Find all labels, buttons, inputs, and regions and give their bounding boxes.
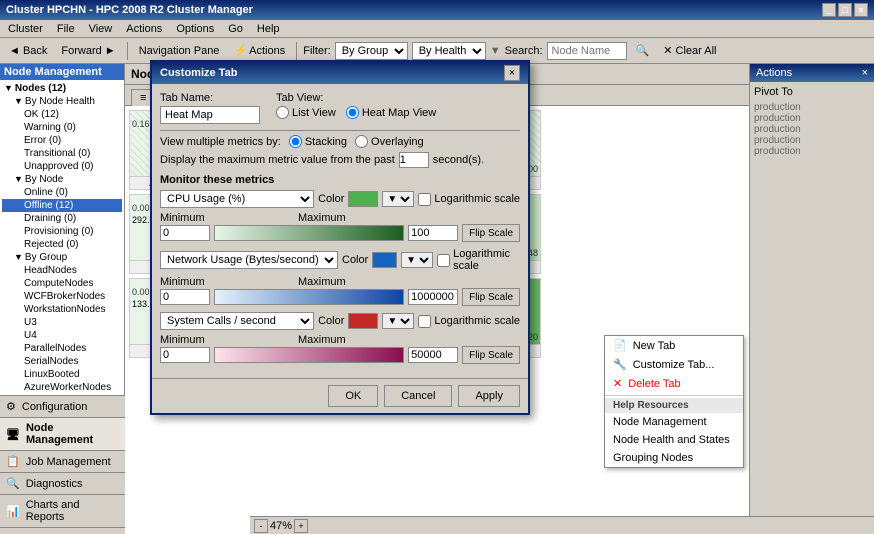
radio-list-view[interactable]: List View — [276, 106, 336, 119]
ok-button[interactable]: OK — [328, 385, 378, 407]
ctx-new-tab[interactable]: 📄 New Tab — [605, 336, 743, 355]
view-multiple-row: View multiple metrics by: Stacking Overl… — [160, 135, 520, 148]
color-dropdown-cpu[interactable]: ▼ — [382, 191, 414, 207]
dialog-footer: OK Cancel Apply — [152, 378, 528, 413]
dialog-title-label: Customize Tab — [160, 67, 237, 79]
min-label-sys: Minimum — [160, 334, 210, 346]
min-label-net: Minimum — [160, 276, 210, 288]
dialog-top-row: Tab Name: Tab View: List View Heat Map V… — [160, 92, 520, 124]
log-scale-net[interactable]: Logarithmic scale — [437, 248, 520, 272]
metric-cpu-row: CPU Usage (%) Color ▼ Logarithmic scale — [160, 190, 520, 208]
radio-overlaying[interactable]: Overlaying — [355, 135, 424, 148]
max-input-sys[interactable] — [408, 347, 458, 363]
color-label-cpu: Color — [318, 193, 344, 205]
ctx-help-section: Help Resources — [605, 398, 743, 413]
customize-dialog: Customize Tab × Tab Name: Tab View: List… — [150, 60, 530, 415]
max-label-cpu: Maximum — [298, 212, 348, 224]
min-label-cpu: Minimum — [160, 212, 210, 224]
minmax-net-labels: Minimum Maximum — [160, 276, 520, 288]
delete-icon: ✕ — [613, 377, 622, 390]
context-menu: 📄 New Tab 🔧 Customize Tab... ✕ Delete Ta… — [604, 335, 744, 468]
radio-heatmap-view[interactable]: Heat Map View — [346, 106, 436, 119]
tab-view-label: Tab View: — [276, 92, 436, 104]
color-box-net[interactable] — [372, 252, 397, 268]
gradient-net — [214, 289, 404, 305]
dialog-close-button[interactable]: × — [504, 65, 520, 81]
log-scale-cpu[interactable]: Logarithmic scale — [418, 193, 520, 206]
max-label-sys: Maximum — [298, 334, 348, 346]
customize-icon: 🔧 — [613, 358, 627, 371]
color-label-sys: Color — [318, 315, 344, 327]
new-tab-icon: 📄 — [613, 339, 627, 352]
dialog-content: Tab Name: Tab View: List View Heat Map V… — [152, 84, 528, 378]
metric-sys-group: System Calls / second Color ▼ Logarithmi… — [160, 312, 520, 364]
metric-cpu-group: CPU Usage (%) Color ▼ Logarithmic scale … — [160, 190, 520, 242]
gradient-sys — [214, 347, 404, 363]
cancel-button[interactable]: Cancel — [384, 385, 452, 407]
tab-name-group: Tab Name: — [160, 92, 260, 124]
minmax-inputs-net: Flip Scale — [160, 288, 520, 306]
minmax-cpu: Minimum Maximum — [160, 212, 520, 224]
ctx-delete-tab[interactable]: ✕ Delete Tab — [605, 374, 743, 393]
max-input-net[interactable] — [408, 289, 458, 305]
metric-net-group: Network Usage (Bytes/second) Color ▼ Log… — [160, 248, 520, 306]
metric-cpu-select[interactable]: CPU Usage (%) — [160, 190, 314, 208]
tab-view-radios: List View Heat Map View — [276, 106, 436, 119]
minmax-sys-labels: Minimum Maximum — [160, 334, 520, 346]
radio-stacking[interactable]: Stacking — [289, 135, 347, 148]
flip-cpu-button[interactable]: Flip Scale — [462, 224, 520, 242]
apply-button[interactable]: Apply — [458, 385, 520, 407]
ctx-sep1 — [605, 395, 743, 396]
tab-name-label: Tab Name: — [160, 92, 260, 104]
dialog-sep1 — [160, 130, 520, 131]
min-input-sys[interactable] — [160, 347, 210, 363]
metric-sys-select[interactable]: System Calls / second — [160, 312, 314, 330]
metric-net-row: Network Usage (Bytes/second) Color ▼ Log… — [160, 248, 520, 272]
ctx-customize-tab[interactable]: 🔧 Customize Tab... — [605, 355, 743, 374]
metric-net-select[interactable]: Network Usage (Bytes/second) — [160, 251, 338, 269]
minmax-inputs-cpu: Flip Scale — [160, 224, 520, 242]
display-max-label: Display the maximum metric value from th… — [160, 154, 395, 166]
log-scale-sys[interactable]: Logarithmic scale — [418, 315, 520, 328]
color-label-net: Color — [342, 254, 368, 266]
monitor-label: Monitor these metrics — [160, 174, 520, 186]
tab-name-input[interactable] — [160, 106, 260, 124]
ctx-node-mgmt[interactable]: Node Management — [605, 413, 743, 431]
dialog-title: Customize Tab × — [152, 62, 528, 84]
tab-view-group: Tab View: List View Heat Map View — [276, 92, 436, 124]
flip-sys-button[interactable]: Flip Scale — [462, 346, 520, 364]
minmax-inputs-sys: Flip Scale — [160, 346, 520, 364]
seconds-label: second(s). — [433, 154, 484, 166]
min-input-net[interactable] — [160, 289, 210, 305]
gradient-cpu — [214, 225, 404, 241]
flip-net-button[interactable]: Flip Scale — [462, 288, 520, 306]
display-max-row: Display the maximum metric value from th… — [160, 152, 520, 168]
max-input-cpu[interactable] — [408, 225, 458, 241]
display-max-input[interactable] — [399, 152, 429, 168]
color-box-cpu[interactable] — [348, 191, 378, 207]
view-multiple-label: View multiple metrics by: — [160, 136, 281, 148]
color-dropdown-net[interactable]: ▼ — [401, 252, 433, 268]
min-input-cpu[interactable] — [160, 225, 210, 241]
ctx-node-health[interactable]: Node Health and States — [605, 431, 743, 449]
color-box-sys[interactable] — [348, 313, 378, 329]
color-dropdown-sys[interactable]: ▼ — [382, 313, 414, 329]
metric-sys-row: System Calls / second Color ▼ Logarithmi… — [160, 312, 520, 330]
max-label-net: Maximum — [298, 276, 348, 288]
ctx-grouping-nodes[interactable]: Grouping Nodes — [605, 449, 743, 467]
